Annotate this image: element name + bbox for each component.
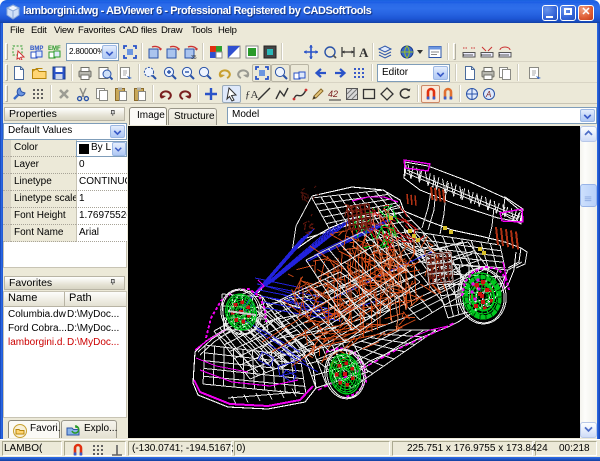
svg-text:35: 35 bbox=[191, 55, 197, 60]
svg-text:42: 42 bbox=[328, 89, 338, 99]
svg-text:A: A bbox=[359, 45, 369, 60]
svg-text:A: A bbox=[485, 90, 491, 99]
